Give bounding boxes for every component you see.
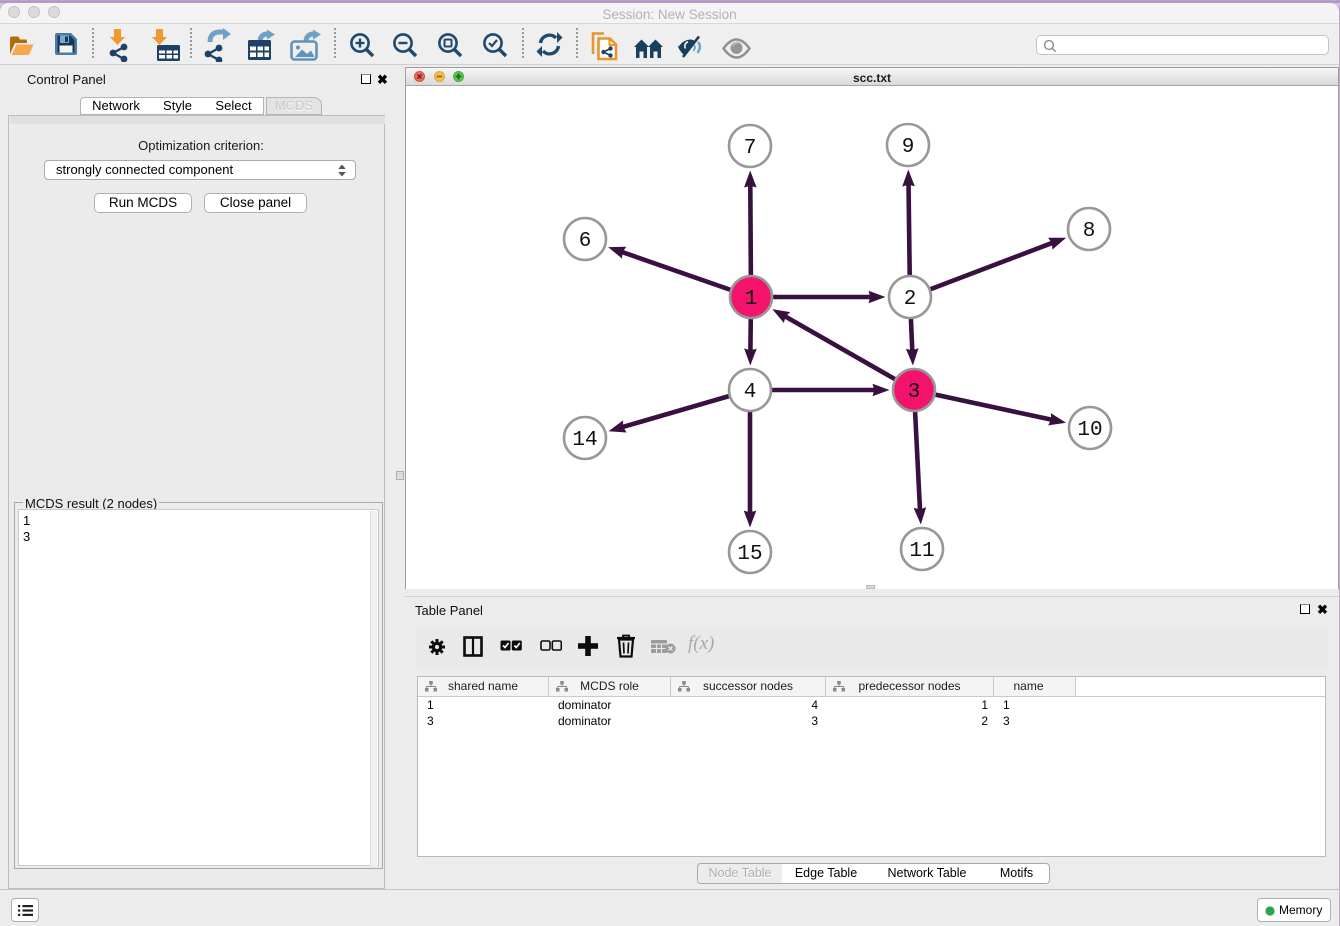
- svg-text:2: 2: [904, 288, 917, 311]
- svg-text:11: 11: [909, 540, 934, 563]
- svg-text:1: 1: [745, 288, 758, 311]
- svg-text:3: 3: [908, 381, 921, 404]
- svg-text:4: 4: [744, 381, 757, 404]
- svg-text:9: 9: [902, 136, 915, 159]
- svg-text:8: 8: [1083, 220, 1096, 243]
- svg-text:10: 10: [1077, 419, 1102, 442]
- svg-text:6: 6: [579, 230, 592, 253]
- svg-text:14: 14: [572, 429, 597, 452]
- svg-text:15: 15: [737, 543, 762, 566]
- svg-text:7: 7: [744, 137, 757, 160]
